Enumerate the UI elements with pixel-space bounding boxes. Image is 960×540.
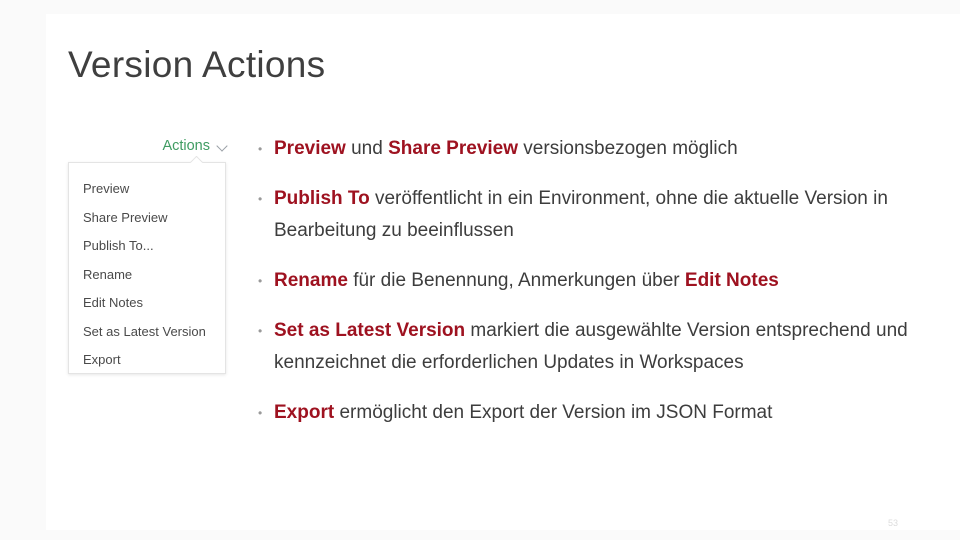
actions-menu-panel: Preview Share Preview Publish To... Rena… bbox=[68, 162, 226, 374]
bullet-text-run: versionsbezogen möglich bbox=[518, 138, 738, 159]
bullet-marker-icon: • bbox=[258, 324, 263, 338]
bullet-item: • Preview und Share Preview versionsbezog… bbox=[258, 133, 918, 165]
slide-margin-left bbox=[0, 0, 46, 540]
bullet-keyword: Edit Notes bbox=[684, 270, 779, 291]
slide: Version Actions Actions Preview Share Pr… bbox=[0, 0, 960, 540]
bullet-item: • Set as Latest Version markiert die ausg… bbox=[258, 315, 918, 379]
bullet-marker-icon: • bbox=[258, 274, 263, 288]
bullet-text-run: und bbox=[345, 138, 389, 159]
menu-item-publish-to[interactable]: Publish To... bbox=[69, 232, 225, 261]
bullet-item: • Rename für die Benennung, Anmerkungen ü… bbox=[258, 265, 918, 297]
bullet-keyword: Publish To bbox=[274, 188, 370, 209]
bullet-marker-icon: • bbox=[258, 192, 263, 206]
actions-menu-list: Preview Share Preview Publish To... Rena… bbox=[69, 163, 225, 375]
menu-item-set-as-latest-version[interactable]: Set as Latest Version bbox=[69, 318, 225, 347]
bullet-text-run: für die Benennung, Anmerkungen über bbox=[347, 270, 685, 291]
bullet-item: • Publish To veröffentlicht in ein Enviro… bbox=[258, 183, 918, 247]
bullet-text: Rename für die Benennung, Anmerkungen üb… bbox=[274, 265, 779, 297]
slide-margin-top bbox=[0, 0, 960, 14]
bullet-keyword: Preview bbox=[274, 138, 346, 159]
bullet-marker-icon: • bbox=[258, 142, 263, 156]
bullet-text: Publish To veröffentlicht in ein Environ… bbox=[274, 183, 918, 247]
bullet-text: Set as Latest Version markiert die ausge… bbox=[274, 315, 918, 379]
menu-caret bbox=[190, 156, 203, 163]
bullet-item: • Export ermöglicht den Export der Versio… bbox=[258, 397, 918, 429]
bullet-list: • Preview und Share Preview versionsbezog… bbox=[258, 133, 918, 447]
bullet-keyword: Rename bbox=[274, 270, 348, 291]
bullet-keyword: Set as Latest Version bbox=[274, 320, 466, 341]
bullet-text: Preview und Share Preview versionsbezoge… bbox=[274, 133, 738, 165]
menu-item-edit-notes[interactable]: Edit Notes bbox=[69, 289, 225, 318]
page-number: 53 bbox=[887, 518, 898, 528]
menu-item-export[interactable]: Export bbox=[69, 346, 225, 375]
bullet-marker-icon: • bbox=[258, 406, 263, 420]
bullet-keyword: Share Preview bbox=[388, 138, 519, 159]
bullet-keyword: Export bbox=[274, 402, 335, 423]
chevron-down-icon bbox=[217, 141, 228, 152]
bullet-text-run: ermöglicht den Export der Version im JSO… bbox=[334, 402, 773, 423]
actions-dropdown-screenshot: Actions Preview Share Preview Publish To… bbox=[68, 136, 228, 374]
bullet-text: Export ermöglicht den Export der Version… bbox=[274, 397, 772, 429]
actions-button[interactable]: Actions bbox=[162, 136, 228, 156]
menu-item-rename[interactable]: Rename bbox=[69, 261, 225, 290]
menu-item-share-preview[interactable]: Share Preview bbox=[69, 204, 225, 233]
page-title: Version Actions bbox=[68, 44, 326, 85]
menu-item-preview[interactable]: Preview bbox=[69, 175, 225, 204]
actions-button-label: Actions bbox=[162, 138, 210, 154]
slide-margin-bottom bbox=[0, 530, 960, 540]
